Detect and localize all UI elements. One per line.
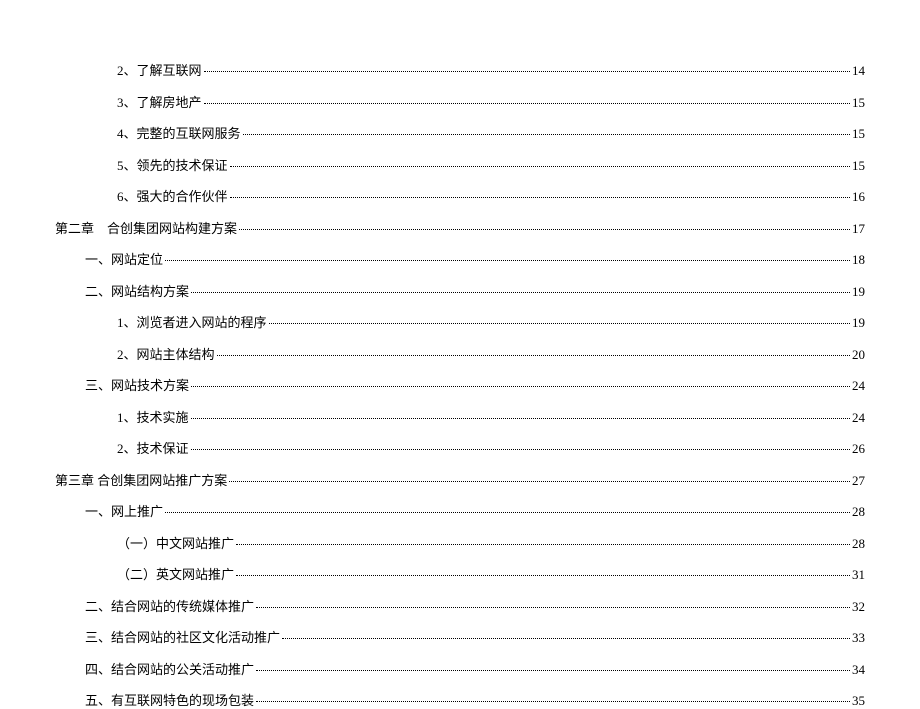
- toc-leader-dots: [165, 512, 850, 513]
- toc-label: 2、技术保证: [117, 438, 189, 457]
- toc-label: 3、了解房地产: [117, 92, 202, 111]
- toc-leader-dots: [230, 197, 850, 198]
- toc-leader-dots: [256, 701, 850, 702]
- toc-entry: 1、浏览者进入网站的程序 19: [55, 312, 865, 331]
- toc-entry: 2、网站主体结构 20: [55, 344, 865, 363]
- toc-leader-dots: [282, 638, 850, 639]
- toc-page-number: 35: [852, 693, 865, 709]
- toc-entry: （二）英文网站推广 31: [55, 564, 865, 583]
- toc-page-number: 20: [852, 347, 865, 363]
- toc-page-number: 32: [852, 599, 865, 615]
- toc-leader-dots: [204, 71, 850, 72]
- toc-page-number: 17: [852, 221, 865, 237]
- toc-page-number: 15: [852, 126, 865, 142]
- toc-label: 6、强大的合作伙伴: [117, 186, 228, 205]
- toc-entry: 6、强大的合作伙伴 16: [55, 186, 865, 205]
- toc-leader-dots: [256, 607, 850, 608]
- toc-entry: （一）中文网站推广 28: [55, 533, 865, 552]
- toc-page-number: 15: [852, 158, 865, 174]
- toc-page-number: 27: [852, 473, 865, 489]
- toc-label: 二、网站结构方案: [85, 281, 189, 300]
- toc-label: 三、网站技术方案: [85, 375, 189, 394]
- toc-entry: 三、网站技术方案 24: [55, 375, 865, 394]
- toc-leader-dots: [204, 103, 850, 104]
- toc-label: 2、了解互联网: [117, 60, 202, 79]
- toc-label: （一）中文网站推广: [117, 533, 234, 552]
- toc-entry: 四、结合网站的公关活动推广 34: [55, 659, 865, 678]
- toc-leader-dots: [191, 449, 850, 450]
- toc-page-number: 19: [852, 284, 865, 300]
- toc-leader-dots: [191, 386, 850, 387]
- toc-label: 2、网站主体结构: [117, 344, 215, 363]
- toc-label: 四、结合网站的公关活动推广: [85, 659, 254, 678]
- toc-page-number: 18: [852, 252, 865, 268]
- toc-leader-dots: [229, 481, 850, 482]
- toc-label: 一、网上推广: [85, 501, 163, 520]
- toc-leader-dots: [236, 575, 850, 576]
- toc-entry: 二、网站结构方案 19: [55, 281, 865, 300]
- toc-page-number: 26: [852, 441, 865, 457]
- toc-page-number: 24: [852, 378, 865, 394]
- toc-entry: 一、网上推广 28: [55, 501, 865, 520]
- toc-page-number: 34: [852, 662, 865, 678]
- toc-entry: 2、了解互联网 14: [55, 60, 865, 79]
- toc-label: 二、结合网站的传统媒体推广: [85, 596, 254, 615]
- toc-page-number: 33: [852, 630, 865, 646]
- toc-label: 第三章 合创集团网站推广方案: [55, 470, 227, 489]
- toc-entry: 第三章 合创集团网站推广方案 27: [55, 470, 865, 489]
- toc-entry: 三、结合网站的社区文化活动推广 33: [55, 627, 865, 646]
- table-of-contents: 2、了解互联网 14 3、了解房地产 15 4、完整的互联网服务 15 5、领先的技术保证 1…: [55, 60, 865, 709]
- toc-leader-dots: [191, 418, 850, 419]
- toc-page-number: 24: [852, 410, 865, 426]
- toc-page-number: 19: [852, 315, 865, 331]
- toc-leader-dots: [256, 670, 850, 671]
- toc-entry: 二、结合网站的传统媒体推广 32: [55, 596, 865, 615]
- toc-entry: 4、完整的互联网服务 15: [55, 123, 865, 142]
- toc-leader-dots: [236, 544, 850, 545]
- toc-leader-dots: [165, 260, 850, 261]
- toc-page-number: 28: [852, 504, 865, 520]
- toc-leader-dots: [217, 355, 850, 356]
- toc-entry: 2、技术保证 26: [55, 438, 865, 457]
- toc-label: 5、领先的技术保证: [117, 155, 228, 174]
- toc-entry: 一、网站定位 18: [55, 249, 865, 268]
- toc-leader-dots: [239, 229, 850, 230]
- toc-page-number: 28: [852, 536, 865, 552]
- toc-label: （二）英文网站推广: [117, 564, 234, 583]
- toc-label: 1、技术实施: [117, 407, 189, 426]
- toc-label: 一、网站定位: [85, 249, 163, 268]
- toc-page-number: 31: [852, 567, 865, 583]
- toc-entry: 1、技术实施 24: [55, 407, 865, 426]
- toc-page-number: 14: [852, 63, 865, 79]
- toc-label: 1、浏览者进入网站的程序: [117, 312, 267, 331]
- toc-entry: 5、领先的技术保证 15: [55, 155, 865, 174]
- toc-page-number: 15: [852, 95, 865, 111]
- toc-entry: 3、了解房地产 15: [55, 92, 865, 111]
- toc-label: 五、有互联网特色的现场包装: [85, 690, 254, 709]
- toc-label: 4、完整的互联网服务: [117, 123, 241, 142]
- toc-leader-dots: [230, 166, 850, 167]
- toc-leader-dots: [243, 134, 850, 135]
- toc-leader-dots: [269, 323, 850, 324]
- toc-label: 第二章 合创集团网站构建方案: [55, 218, 237, 237]
- toc-leader-dots: [191, 292, 850, 293]
- toc-page-number: 16: [852, 189, 865, 205]
- toc-entry: 第二章 合创集团网站构建方案 17: [55, 218, 865, 237]
- toc-label: 三、结合网站的社区文化活动推广: [85, 627, 280, 646]
- toc-entry: 五、有互联网特色的现场包装 35: [55, 690, 865, 709]
